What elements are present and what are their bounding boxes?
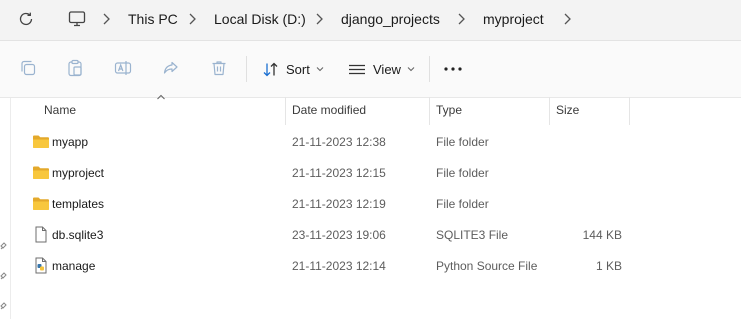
file-date: 21-11-2023 12:38	[292, 135, 386, 149]
breadcrumb-django-projects[interactable]: django_projects	[341, 10, 440, 28]
address-bar: This PC Local Disk (D:) django_projects …	[0, 0, 741, 41]
file-name: templates	[52, 197, 105, 211]
file-date: 23-11-2023 19:06	[292, 228, 386, 242]
file-type: File folder	[436, 166, 489, 180]
delete-icon[interactable]	[210, 59, 228, 77]
python-file-icon	[35, 257, 47, 274]
file-row[interactable]: manage 21-11-2023 12:14 Python Source Fi…	[0, 251, 741, 281]
sort-icon	[263, 62, 278, 76]
file-row[interactable]: templates 21-11-2023 12:19 File folder	[0, 189, 741, 219]
chevron-down-icon	[316, 67, 324, 72]
view-icon	[349, 64, 365, 74]
view-label: View	[373, 61, 401, 77]
folder-icon	[33, 166, 49, 179]
rename-icon[interactable]	[114, 59, 132, 77]
file-row[interactable]: myapp 21-11-2023 12:38 File folder	[0, 127, 741, 157]
folder-icon	[33, 197, 49, 210]
command-bar: Sort View	[0, 41, 741, 98]
file-name: myproject	[52, 166, 105, 180]
file-row[interactable]: db.sqlite3 23-11-2023 19:06 SQLITE3 File…	[0, 220, 741, 250]
file-name: myapp	[52, 135, 89, 149]
file-row[interactable]: myproject 21-11-2023 12:15 File folder	[0, 158, 741, 188]
more-icon[interactable]	[442, 61, 464, 77]
file-type: File folder	[436, 197, 489, 211]
paste-icon[interactable]	[66, 59, 84, 77]
breadcrumb-local-disk[interactable]: Local Disk (D:)	[214, 10, 306, 28]
computer-icon	[68, 11, 86, 27]
column-separator[interactable]	[549, 97, 550, 125]
folder-icon	[33, 135, 49, 148]
share-icon[interactable]	[162, 59, 180, 77]
file-type: File folder	[436, 135, 489, 149]
chevron-right-icon[interactable]	[562, 11, 572, 27]
file-size: 1 KB	[595, 259, 622, 273]
file-icon	[35, 226, 47, 243]
chevron-right-icon[interactable]	[101, 11, 111, 27]
chevron-right-icon[interactable]	[314, 11, 324, 27]
file-date: 21-11-2023 12:15	[292, 166, 386, 180]
chevron-down-icon	[407, 67, 415, 72]
file-name: manage	[52, 259, 96, 273]
file-size: 144 KB	[582, 228, 622, 242]
file-type: Python Source File	[436, 259, 538, 273]
file-name: db.sqlite3	[52, 228, 104, 242]
chevron-right-icon[interactable]	[187, 11, 197, 27]
view-button[interactable]: View	[348, 55, 422, 83]
refresh-icon[interactable]	[17, 10, 35, 28]
column-separator[interactable]	[429, 97, 430, 125]
file-date: 21-11-2023 12:19	[292, 197, 386, 211]
column-separator[interactable]	[629, 97, 630, 125]
breadcrumb-this-pc[interactable]: This PC	[128, 10, 178, 28]
pin-icon	[0, 272, 7, 280]
sort-label: Sort	[286, 61, 310, 77]
file-type: SQLITE3 File	[436, 228, 509, 242]
sort-button[interactable]: Sort	[262, 55, 331, 83]
toolbar-divider	[246, 56, 247, 82]
column-header-size[interactable]: Size	[556, 100, 579, 120]
column-header-date-modified[interactable]: Date modified	[292, 100, 366, 120]
chevron-right-icon[interactable]	[456, 11, 466, 27]
pin-icon	[0, 302, 7, 310]
column-separator[interactable]	[285, 97, 286, 125]
breadcrumb-myproject[interactable]: myproject	[483, 10, 544, 28]
toolbar-divider	[429, 56, 430, 82]
column-header-name[interactable]: Name	[44, 100, 76, 120]
pin-icon	[0, 242, 7, 250]
file-date: 21-11-2023 12:14	[292, 259, 386, 273]
sort-ascending-icon	[157, 94, 165, 100]
column-header-type[interactable]: Type	[436, 100, 462, 120]
copy-icon[interactable]	[19, 59, 37, 77]
